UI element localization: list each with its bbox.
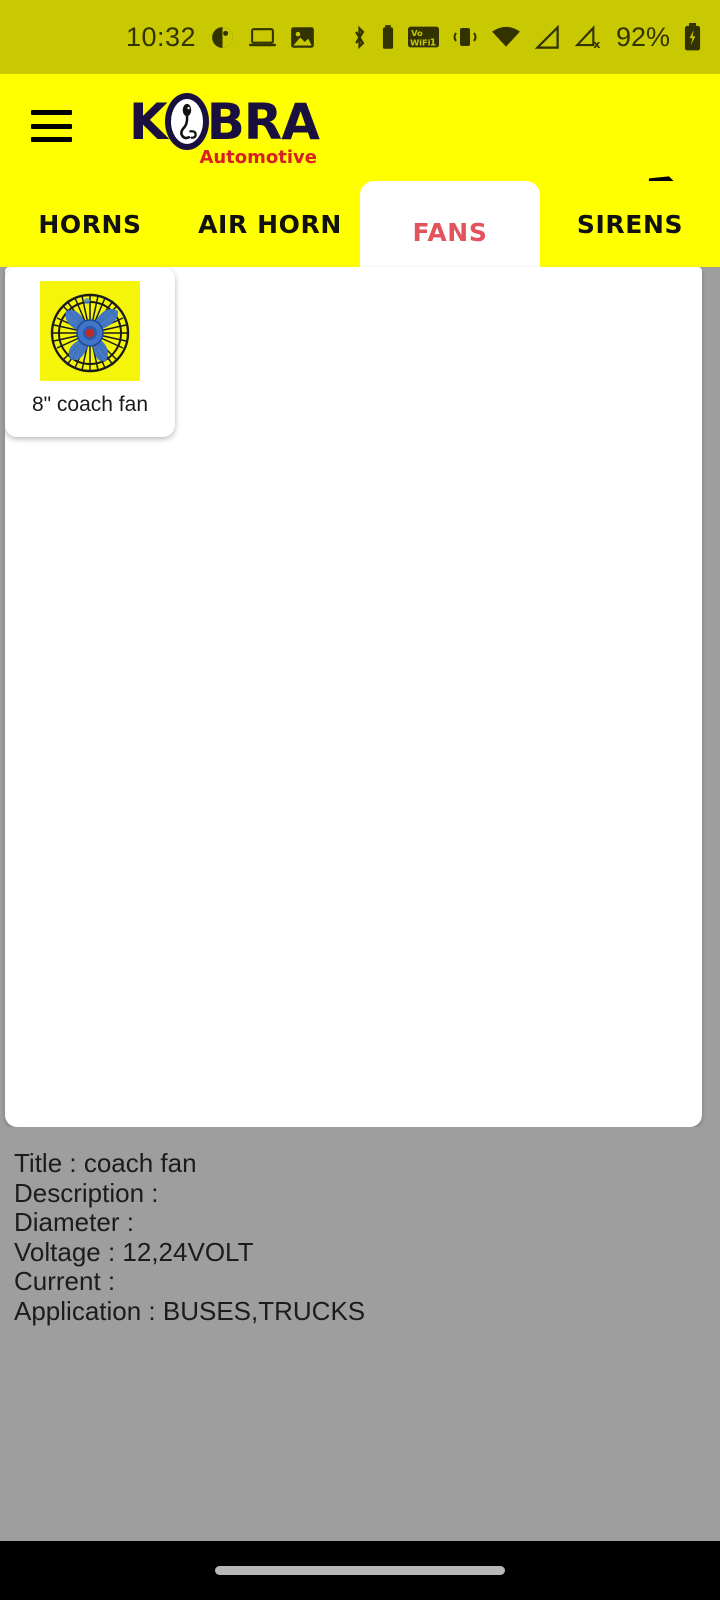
cobra-logo-icon xyxy=(164,93,209,150)
bluetooth-battery-icon xyxy=(381,24,395,51)
signal-off-icon: x xyxy=(574,24,603,50)
vibrate-icon xyxy=(452,24,478,50)
product-grid: 8" coach fan xyxy=(5,267,702,437)
status-bar-clock: 10:32 xyxy=(126,21,197,52)
svg-text:x: x xyxy=(593,38,600,50)
coach-fan-image xyxy=(40,281,140,381)
brand-logo: K BRA Automotive xyxy=(129,92,320,168)
detail-current: Current : xyxy=(14,1266,116,1296)
hamburger-line xyxy=(31,137,72,142)
category-tab-bar: HORNS AIR HORN FANS SIRENS xyxy=(0,181,720,267)
laptop-icon xyxy=(249,25,277,50)
image-icon xyxy=(290,25,315,50)
tab-label: FANS xyxy=(412,217,488,247)
svg-text:WiFi: WiFi xyxy=(410,37,431,47)
product-list-panel: 8" coach fan xyxy=(5,267,702,1127)
detail-title: Title : coach fan xyxy=(14,1148,197,1178)
pie-chart-icon xyxy=(210,25,235,50)
product-label: 8" coach fan xyxy=(31,393,149,416)
detail-application: Application : BUSES,TRUCKS xyxy=(14,1295,366,1326)
tab-fans[interactable]: FANS xyxy=(360,181,540,267)
detail-description: Description : xyxy=(14,1177,159,1208)
hamburger-menu-icon[interactable] xyxy=(31,110,72,142)
status-bar-left: 10:32 xyxy=(126,22,315,53)
status-bar-right: Vo WiFi 1 x 92% xyxy=(351,22,702,53)
battery-percent-label: 92% xyxy=(615,21,670,52)
logo-inner xyxy=(170,99,203,144)
product-card-coach-fan[interactable]: 8" coach fan xyxy=(5,267,175,437)
product-detail-panel: Title : coach fan Description : Diameter… xyxy=(0,1127,720,1541)
brand-subtitle: Automotive xyxy=(199,147,317,168)
app-header: K BRA Automotive xyxy=(0,74,720,219)
tab-label: SIRENS xyxy=(576,209,684,239)
brand-wordmark: K BRA xyxy=(129,92,320,151)
signal-icon xyxy=(534,24,561,50)
tab-horns[interactable]: HORNS xyxy=(0,181,180,267)
tab-label: HORNS xyxy=(38,209,142,239)
system-navigation-bar xyxy=(0,1541,720,1600)
status-bar: 10:32 Vo WiFi 1 x 92% xyxy=(0,0,720,74)
detail-diameter: Diameter : xyxy=(14,1207,134,1237)
hamburger-line xyxy=(31,123,72,129)
hamburger-line xyxy=(31,110,72,115)
brand-suffix-text: BRA xyxy=(206,92,320,151)
wifi-icon xyxy=(491,25,521,49)
bluetooth-icon xyxy=(351,24,368,51)
tab-label: AIR HORN xyxy=(198,209,342,239)
detail-voltage: Voltage : 12,24VOLT xyxy=(14,1236,254,1267)
home-gesture-pill[interactable] xyxy=(215,1566,505,1575)
charging-battery-icon xyxy=(683,23,702,51)
app-root: 10:32 Vo WiFi 1 x 92% K BRA Automotive H… xyxy=(0,0,720,1600)
vowifi-icon: Vo WiFi 1 xyxy=(407,24,439,50)
tab-air-horn[interactable]: AIR HORN xyxy=(180,181,360,267)
svg-text:1: 1 xyxy=(430,37,436,48)
tab-sirens[interactable]: SIRENS xyxy=(540,181,720,267)
brand-prefix-text: K xyxy=(129,92,168,151)
